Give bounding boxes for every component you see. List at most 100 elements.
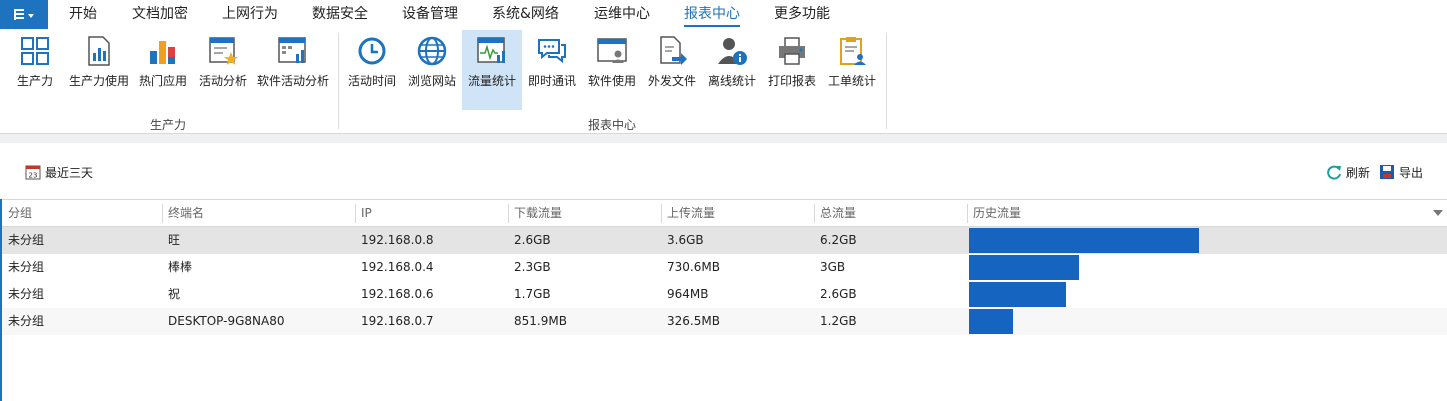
ribbon-group-label-productivity: 生产力: [150, 118, 187, 132]
productivity-grid-icon: [21, 37, 49, 65]
ribbon-button-label: 打印报表: [767, 74, 816, 88]
table-row[interactable]: 未分组 祝 192.168.0.6 1.7GB 964MB 2.6GB: [2, 281, 1447, 308]
ribbon-button-label: 软件使用: [587, 74, 636, 88]
date-range-button[interactable]: 23 最近三天: [25, 163, 93, 181]
ribbon-button-label: 离线统计: [707, 74, 756, 88]
ribbon-bottom-strip: [0, 134, 1447, 143]
cell-total: 3GB: [820, 260, 846, 274]
menu-document-encryption[interactable]: 文档加密: [132, 0, 188, 29]
column-divider[interactable]: [355, 204, 356, 223]
ribbon-software-activity-button[interactable]: 软件活动分析: [254, 30, 332, 110]
history-traffic-bar: [969, 228, 1199, 253]
export-button[interactable]: 导出: [1379, 163, 1423, 181]
software-window-icon: [597, 38, 627, 63]
table-header: 分组 终端名 IP 下载流量 上传流量 总流量 历史流量: [2, 199, 1447, 227]
menu-report-center[interactable]: 报表中心: [684, 0, 740, 29]
column-divider[interactable]: [508, 204, 509, 223]
history-traffic-bar: [969, 282, 1066, 307]
ribbon-productivity-usage-button[interactable]: 生产力使用: [66, 30, 132, 110]
menu-more-functions[interactable]: 更多功能: [774, 0, 830, 29]
menu-start[interactable]: 开始: [69, 0, 97, 29]
cell-ip: 192.168.0.8: [361, 233, 434, 247]
app-menu-icon: [14, 9, 24, 20]
column-header-history[interactable]: 历史流量: [969, 200, 1021, 226]
ribbon-browse-websites-button[interactable]: 浏览网站: [404, 30, 460, 110]
ribbon-instant-messaging-button[interactable]: 即时通讯: [524, 30, 580, 110]
column-header-terminal-name[interactable]: 终端名: [164, 200, 204, 226]
ribbon-button-label: 生产力使用: [68, 74, 129, 88]
ribbon-outgoing-files-button[interactable]: 外发文件: [644, 30, 700, 110]
work-order-clipboard-icon: [840, 37, 866, 65]
ribbon-offline-stats-button[interactable]: 离线统计: [704, 30, 760, 110]
ribbon-button-label: 活动分析: [198, 74, 247, 88]
column-header-ip[interactable]: IP: [357, 200, 372, 226]
column-divider[interactable]: [967, 204, 968, 223]
ribbon-software-usage-button[interactable]: 软件使用: [584, 30, 640, 110]
sort-dropdown-icon[interactable]: [1433, 210, 1443, 216]
ribbon-button-label: 工单统计: [827, 74, 876, 88]
activity-analysis-icon: [209, 37, 238, 65]
menu-ops-center[interactable]: 运维中心: [594, 0, 650, 29]
menu-internet-behavior[interactable]: 上网行为: [222, 0, 278, 29]
traffic-stats-icon: [477, 37, 505, 63]
cell-download: 851.9MB: [514, 314, 567, 328]
cell-total: 6.2GB: [820, 233, 857, 247]
toolbar: 23 最近三天 刷新 导出: [0, 143, 1447, 199]
cell-terminal-name: DESKTOP-9G8NA80: [168, 314, 285, 328]
export-label: 导出: [1399, 165, 1424, 180]
cell-download: 1.7GB: [514, 287, 551, 301]
cell-upload: 326.5MB: [667, 314, 720, 328]
save-disk-icon: [1380, 165, 1394, 179]
menu-system-network[interactable]: 系统&网络: [492, 0, 559, 29]
cell-group: 未分组: [8, 260, 45, 274]
ribbon: 生产力 生产力使用 热门应用 活动分析 软件活动分析 生产力 活动时间 浏览网站…: [0, 29, 1447, 134]
ribbon-button-label: 软件活动分析: [256, 74, 329, 88]
cell-terminal-name: 旺: [168, 233, 181, 247]
ribbon-productivity-button[interactable]: 生产力: [10, 30, 60, 110]
refresh-label: 刷新: [1346, 165, 1371, 180]
cell-terminal-name: 祝: [168, 287, 181, 301]
ribbon-work-order-stats-button[interactable]: 工单统计: [824, 30, 880, 110]
ribbon-activity-analysis-button[interactable]: 活动分析: [196, 30, 250, 110]
cell-ip: 192.168.0.4: [361, 260, 434, 274]
menu-data-security[interactable]: 数据安全: [312, 0, 368, 29]
cell-upload: 3.6GB: [667, 233, 704, 247]
ribbon-print-report-button[interactable]: 打印报表: [764, 30, 820, 110]
ribbon-activity-time-button[interactable]: 活动时间: [344, 30, 400, 110]
ribbon-group-divider: [338, 33, 339, 129]
date-range-label: 最近三天: [45, 165, 94, 180]
table-row[interactable]: 未分组 旺 192.168.0.8 2.6GB 3.6GB 6.2GB: [2, 227, 1447, 254]
outgoing-file-icon: [660, 36, 687, 65]
menu-device-management[interactable]: 设备管理: [402, 0, 458, 29]
productivity-chart-icon: [88, 36, 110, 66]
column-header-total[interactable]: 总流量: [816, 200, 856, 226]
column-divider[interactable]: [814, 204, 815, 223]
calendar-icon: 23: [25, 165, 41, 180]
table-row[interactable]: 未分组 棒棒 192.168.0.4 2.3GB 730.6MB 3GB: [2, 254, 1447, 281]
chat-bubbles-icon: [538, 39, 566, 64]
column-header-upload[interactable]: 上传流量: [663, 200, 715, 226]
table-row[interactable]: 未分组 DESKTOP-9G8NA80 192.168.0.7 851.9MB …: [2, 308, 1447, 335]
refresh-button[interactable]: 刷新: [1326, 163, 1370, 181]
ribbon-button-label: 外发文件: [647, 74, 696, 88]
popular-apps-icon: [150, 41, 175, 64]
ribbon-popular-apps-button[interactable]: 热门应用: [136, 30, 190, 110]
column-header-download[interactable]: 下载流量: [510, 200, 562, 226]
ribbon-button-label: 活动时间: [347, 74, 396, 88]
cell-download: 2.3GB: [514, 260, 551, 274]
history-traffic-bar: [969, 255, 1079, 280]
column-divider[interactable]: [162, 204, 163, 223]
column-header-group[interactable]: 分组: [4, 200, 32, 226]
printer-icon: [779, 37, 805, 65]
app-menu-button[interactable]: [0, 0, 48, 29]
cell-total: 2.6GB: [820, 287, 857, 301]
cell-ip: 192.168.0.7: [361, 314, 434, 328]
ribbon-group-label-report-center: 报表中心: [588, 118, 637, 132]
globe-icon: [417, 36, 447, 66]
clock-icon: [358, 37, 386, 65]
column-divider[interactable]: [661, 204, 662, 223]
ribbon-group-divider: [886, 33, 887, 129]
ribbon-traffic-stats-button[interactable]: 流量统计: [462, 30, 522, 110]
cell-download: 2.6GB: [514, 233, 551, 247]
ribbon-button-label: 浏览网站: [407, 74, 456, 88]
